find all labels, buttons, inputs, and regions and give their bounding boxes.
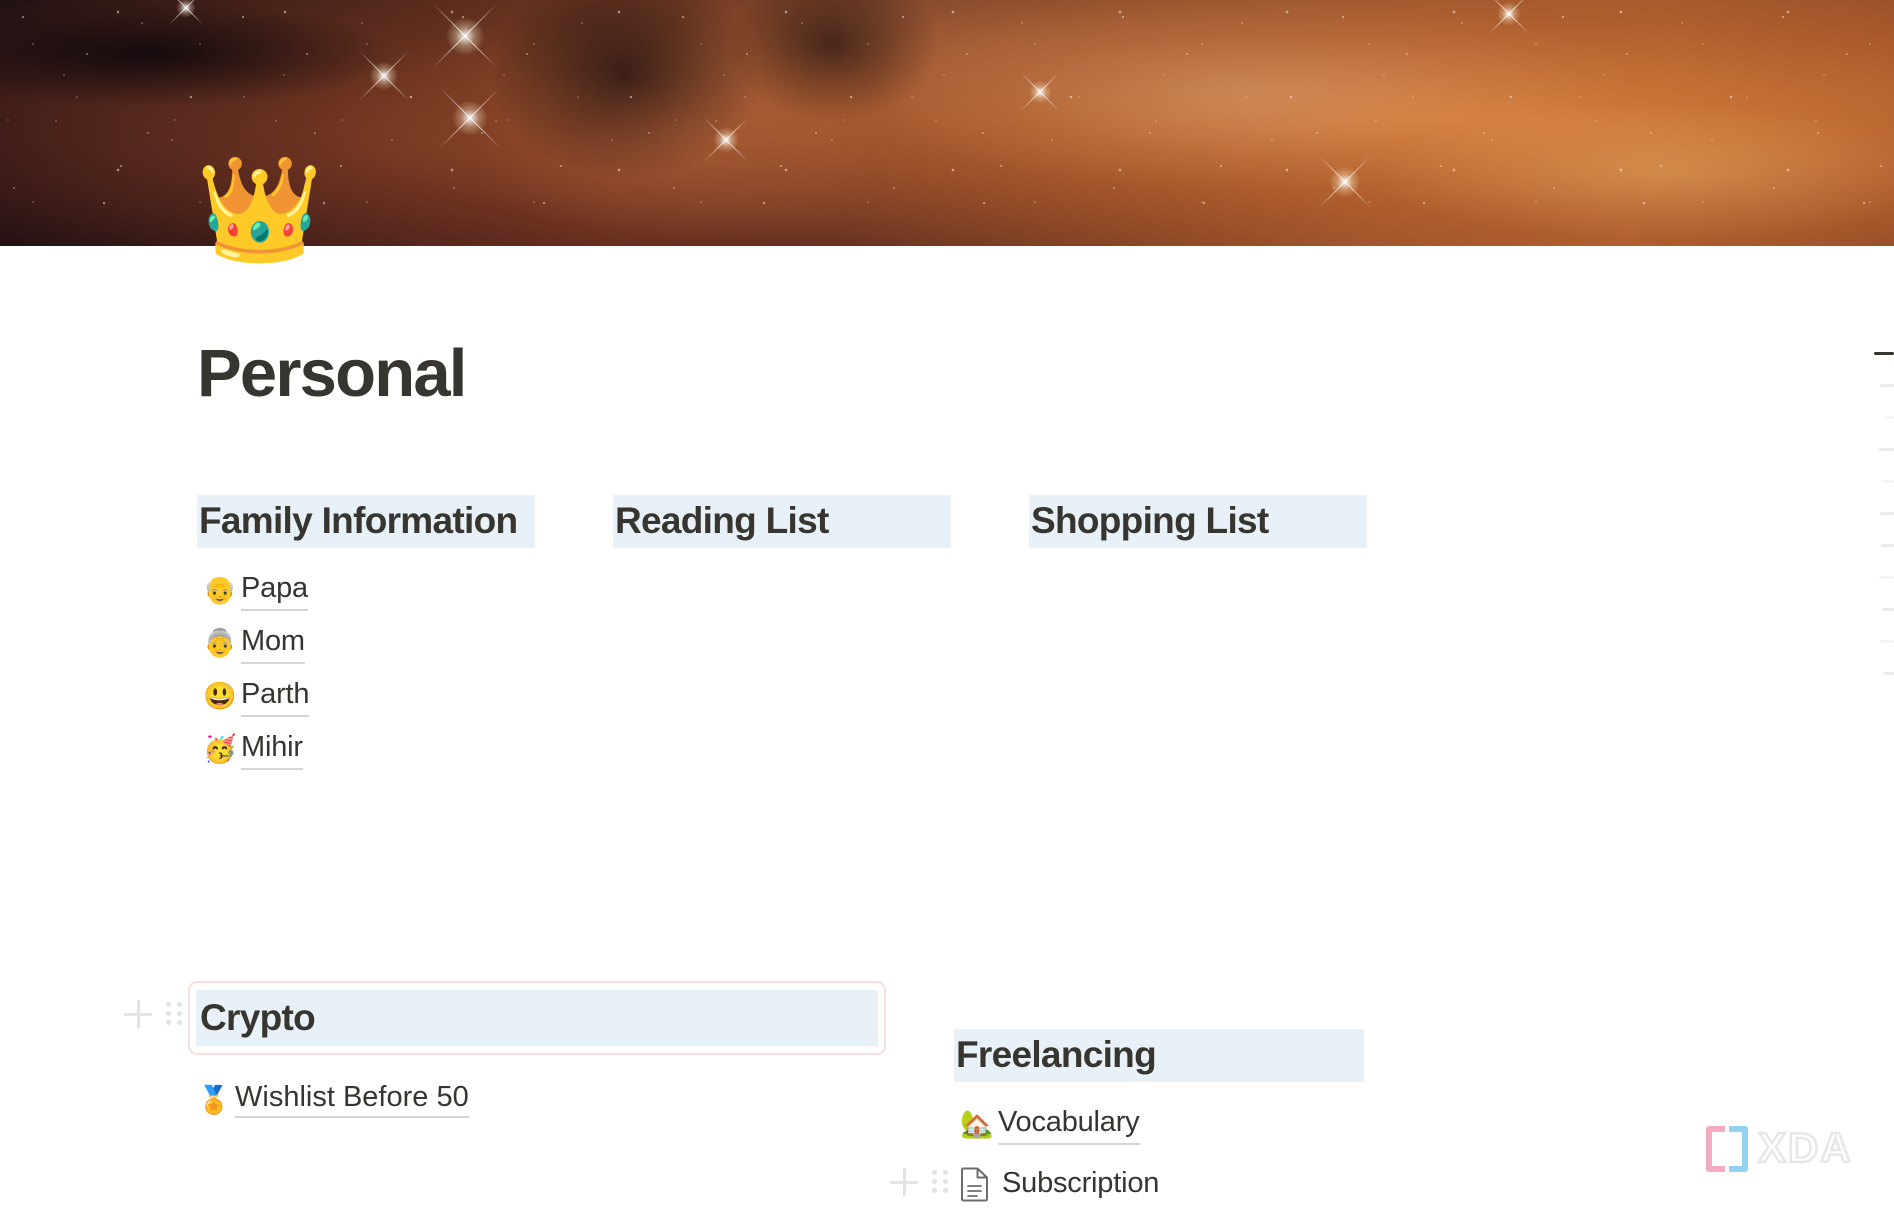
column-shopping-list: Shopping List bbox=[1029, 495, 1445, 776]
toc-tick-8[interactable] bbox=[1882, 608, 1894, 611]
xda-bracket-icon bbox=[1706, 1126, 1748, 1172]
toc-tick-2[interactable] bbox=[1884, 416, 1894, 419]
page-title[interactable]: Personal bbox=[197, 334, 467, 414]
list-item[interactable]: 🥳 Mihir bbox=[197, 723, 613, 776]
xda-watermark: XDA bbox=[1706, 1124, 1853, 1172]
page-link-vocabulary[interactable]: Vocabulary bbox=[998, 1105, 1140, 1145]
list-item[interactable]: 🏡 Vocabulary bbox=[954, 1098, 1374, 1151]
page-document-icon bbox=[960, 1166, 990, 1202]
freelancing-list: 🏡 Vocabulary bbox=[954, 1098, 1374, 1151]
crypto-block-header[interactable]: Crypto bbox=[196, 990, 878, 1046]
page-link-mom[interactable]: Mom bbox=[241, 624, 305, 664]
toc-tick-6[interactable] bbox=[1881, 544, 1894, 547]
list-item[interactable]: 😃 Parth bbox=[197, 670, 613, 723]
add-block-plus-icon[interactable] bbox=[124, 1000, 152, 1028]
page-link-papa[interactable]: Papa bbox=[241, 571, 308, 611]
page-link-parth[interactable]: Parth bbox=[241, 677, 310, 717]
drag-handle-icon[interactable] bbox=[166, 1002, 182, 1026]
column-family-information: Family Information 👴 Papa 👵 Mom 😃 Parth … bbox=[197, 495, 613, 776]
block-gutter-controls-crypto bbox=[124, 1000, 182, 1028]
toc-tick-9[interactable] bbox=[1880, 640, 1894, 643]
column-header-shopping-list[interactable]: Shopping List bbox=[1029, 495, 1367, 549]
grinning-face-emoji: 😃 bbox=[203, 681, 237, 712]
list-item[interactable]: 👵 Mom bbox=[197, 617, 613, 670]
toc-tick-1[interactable] bbox=[1880, 384, 1894, 387]
toc-tick-10[interactable] bbox=[1883, 672, 1894, 675]
family-information-list: 👴 Papa 👵 Mom 😃 Parth 🥳 Mihir bbox=[197, 564, 613, 776]
page-link-mihir[interactable]: Mihir bbox=[241, 730, 303, 770]
block-gutter-controls-subscription bbox=[890, 1168, 948, 1196]
column-header-reading-list[interactable]: Reading List bbox=[613, 495, 951, 549]
table-of-contents-minimap[interactable] bbox=[1860, 352, 1894, 704]
crown-emoji[interactable]: 👑 bbox=[196, 158, 323, 260]
list-item-wishlist[interactable]: 🏅 Wishlist Before 50 bbox=[197, 1081, 469, 1118]
column-reading-list: Reading List bbox=[613, 495, 1029, 776]
toc-tick-3[interactable] bbox=[1878, 448, 1894, 451]
sports-medal-emoji: 🏅 bbox=[197, 1084, 231, 1115]
notion-page: 👑 Personal Family Information 👴 Papa 👵 M… bbox=[0, 0, 1894, 1216]
xda-watermark-text: XDA bbox=[1757, 1124, 1853, 1171]
column-list: Family Information 👴 Papa 👵 Mom 😃 Parth … bbox=[197, 495, 1857, 776]
add-block-plus-icon[interactable] bbox=[890, 1168, 918, 1196]
toc-tick-5[interactable] bbox=[1880, 512, 1894, 515]
toc-tick-4[interactable] bbox=[1883, 480, 1894, 483]
list-item[interactable]: 👴 Papa bbox=[197, 564, 613, 617]
list-item-subscription[interactable]: Subscription bbox=[960, 1166, 1159, 1202]
page-link-wishlist-before-50[interactable]: Wishlist Before 50 bbox=[235, 1081, 469, 1118]
column-header-family-information[interactable]: Family Information bbox=[197, 495, 535, 549]
house-with-garden-emoji: 🏡 bbox=[960, 1109, 994, 1140]
freelancing-block: Freelancing 🏡 Vocabulary bbox=[954, 1029, 1374, 1151]
toc-tick-7[interactable] bbox=[1879, 576, 1894, 579]
crypto-header-text: Crypto bbox=[200, 997, 316, 1038]
toc-tick-0[interactable] bbox=[1874, 352, 1894, 355]
page-link-subscription[interactable]: Subscription bbox=[1002, 1167, 1159, 1200]
partying-face-emoji: 🥳 bbox=[203, 734, 237, 765]
drag-handle-icon[interactable] bbox=[932, 1170, 948, 1194]
older-woman-emoji: 👵 bbox=[203, 628, 237, 659]
column-header-freelancing[interactable]: Freelancing bbox=[954, 1029, 1364, 1083]
older-man-emoji: 👴 bbox=[203, 575, 237, 606]
